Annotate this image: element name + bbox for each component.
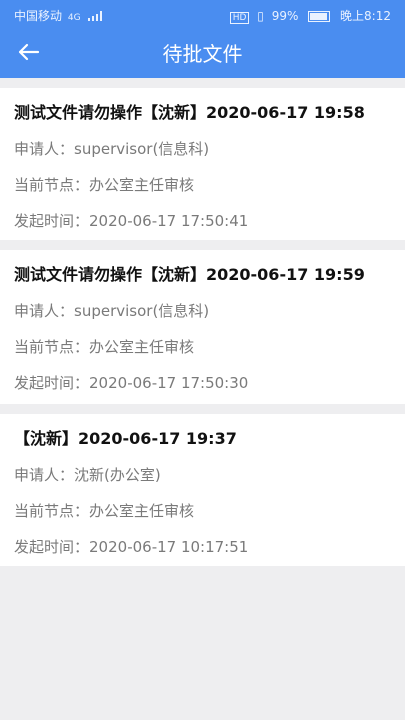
node-label: 当前节点： (14, 176, 90, 194)
app-bar: 中国移动 4G HD ▯ 99% 晚上8:12 待批文件 (0, 0, 405, 78)
node-row: 当前节点：办公室主任审核 (14, 500, 391, 522)
document-list: 测试文件请勿操作【沈新】2020-06-17 19:58 申请人：supervi… (0, 88, 405, 576)
item-title: 【沈新】2020-06-17 19:37 (14, 429, 237, 448)
node-row: 当前节点：办公室主任审核 (14, 174, 391, 196)
applicant-value: supervisor(信息科) (74, 140, 210, 158)
carrier-name: 中国移动 (14, 9, 63, 23)
page-title: 待批文件 (162, 42, 243, 66)
time-value: 2020-06-17 17:50:30 (89, 374, 249, 392)
clock: 晚上8:12 (340, 9, 391, 23)
node-label: 当前节点： (14, 338, 90, 356)
list-item[interactable]: 测试文件请勿操作【沈新】2020-06-17 19:58 申请人：supervi… (0, 88, 405, 240)
time-value: 2020-06-17 17:50:41 (89, 212, 249, 230)
time-label: 发起时间： (14, 538, 90, 556)
vibrate-icon: ▯ (257, 9, 264, 23)
node-value: 办公室主任审核 (89, 338, 195, 356)
node-label: 当前节点： (14, 502, 90, 520)
network-type: 4G (67, 13, 81, 23)
applicant-row: 申请人：沈新(办公室) (14, 464, 391, 486)
status-bar: 中国移动 4G HD ▯ 99% 晚上8:12 (0, 0, 405, 28)
applicant-label: 申请人： (14, 140, 75, 158)
battery-percent: 99% (271, 9, 299, 23)
applicant-row: 申请人：supervisor(信息科) (14, 300, 391, 322)
hd-icon: HD (229, 12, 250, 24)
node-value: 办公室主任审核 (89, 502, 195, 520)
signal-icon (88, 10, 103, 24)
time-label: 发起时间： (14, 212, 90, 230)
nav-bar: 待批文件 (0, 28, 405, 78)
applicant-value: supervisor(信息科) (74, 302, 210, 320)
applicant-row: 申请人：supervisor(信息科) (14, 138, 391, 160)
time-row: 发起时间：2020-06-17 10:17:51 (14, 536, 391, 558)
time-row: 发起时间：2020-06-17 17:50:30 (14, 372, 391, 394)
time-label: 发起时间： (14, 374, 90, 392)
list-item[interactable]: 测试文件请勿操作【沈新】2020-06-17 19:59 申请人：supervi… (0, 250, 405, 404)
list-item[interactable]: 【沈新】2020-06-17 19:37 申请人：沈新(办公室) 当前节点：办公… (0, 414, 405, 566)
node-value: 办公室主任审核 (89, 176, 195, 194)
time-value: 2020-06-17 10:17:51 (89, 538, 249, 556)
node-row: 当前节点：办公室主任审核 (14, 336, 391, 358)
item-title: 测试文件请勿操作【沈新】2020-06-17 19:59 (14, 265, 365, 284)
item-title: 测试文件请勿操作【沈新】2020-06-17 19:58 (14, 103, 365, 122)
status-right: HD ▯ 99% 晚上8:12 (229, 7, 391, 24)
battery-icon (308, 11, 331, 22)
applicant-label: 申请人： (14, 302, 75, 320)
applicant-value: 沈新(办公室) (74, 466, 161, 484)
time-row: 发起时间：2020-06-17 17:50:41 (14, 210, 391, 232)
status-left: 中国移动 4G (14, 7, 103, 24)
applicant-label: 申请人： (14, 466, 75, 484)
